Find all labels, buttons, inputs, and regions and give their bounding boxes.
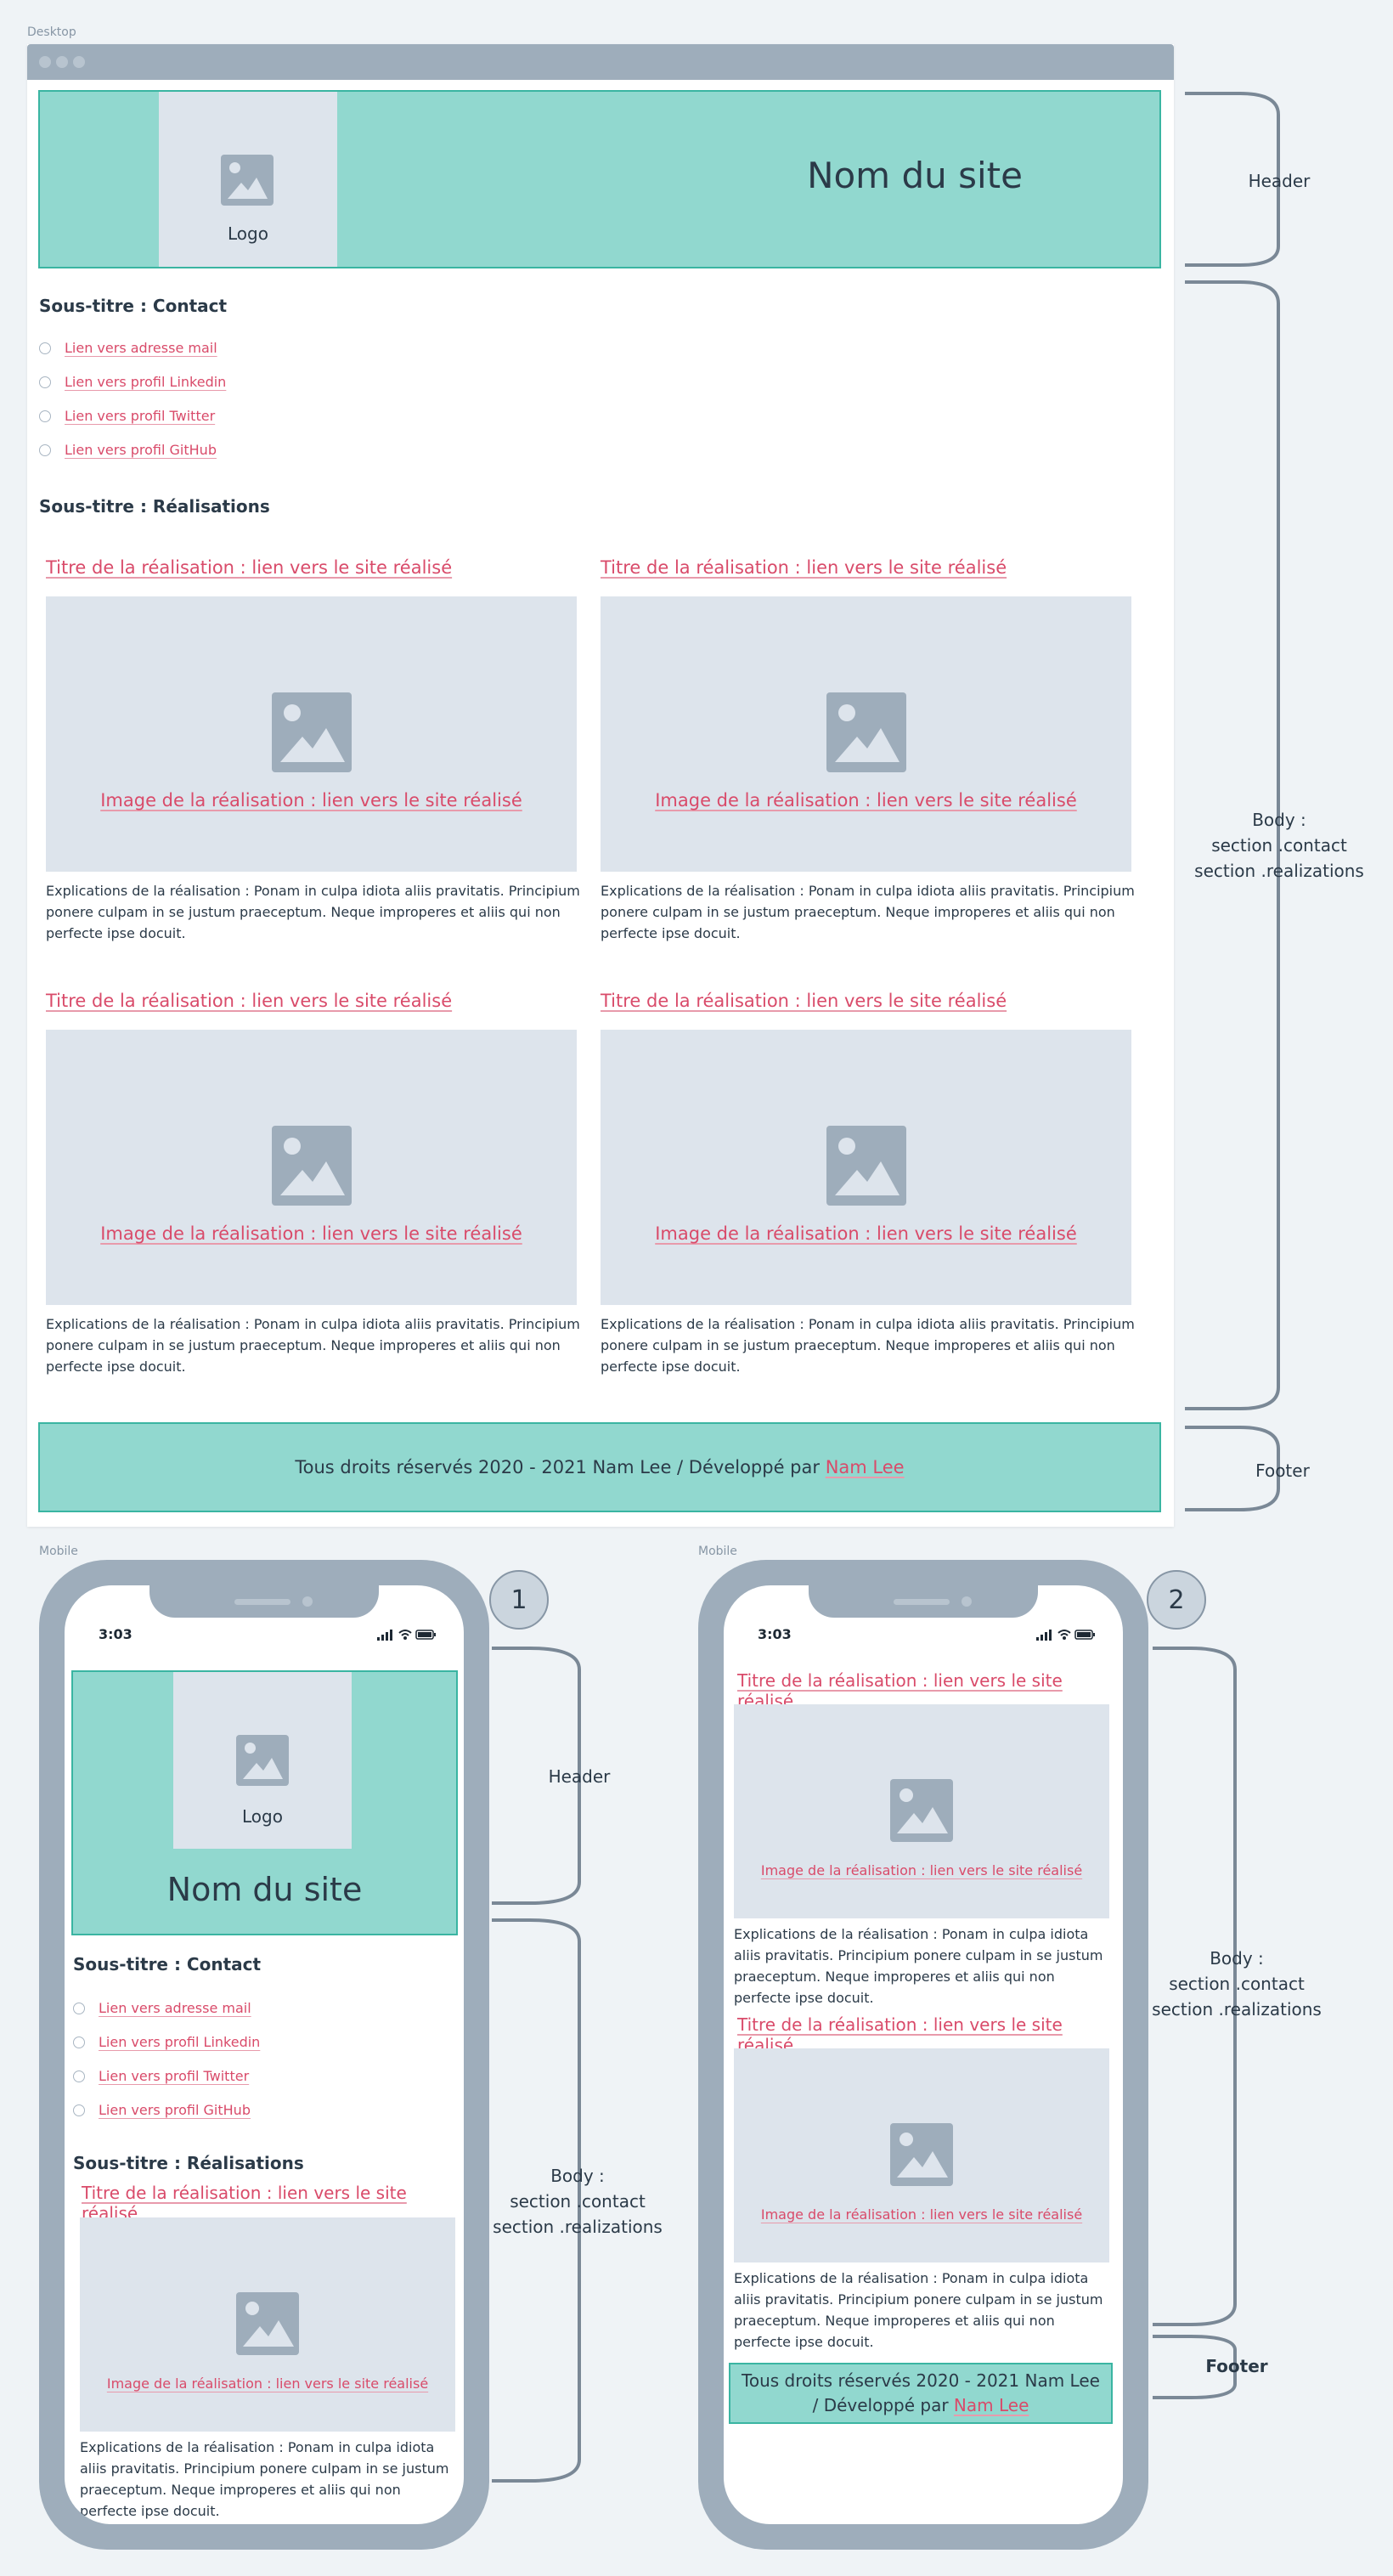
mobile-footer: Tous droits réservés 2020 - 2021 Nam Lee… [729,2363,1113,2424]
window-maximize-dot[interactable] [73,56,85,68]
realization-description: Explications de la réalisation : Ponam i… [46,883,580,941]
contact-subtitle: Sous-titre : Contact [73,1954,262,1974]
realizations-subtitle: Sous-titre : Réalisations [39,496,270,517]
realization-image-link[interactable]: Image de la réalisation : lien vers le s… [80,2217,455,2432]
mobile-label: Mobile [698,1545,737,1558]
image-icon [890,2123,953,2186]
contact-link-linkedin[interactable]: Lien vers profil Linkedin [73,2034,260,2050]
status-icons [377,1630,436,1641]
bullet [73,2070,85,2082]
realization-title-link[interactable]: Titre de la réalisation : lien vers le s… [46,557,452,578]
footer-text-line2: / Développé par [812,2395,949,2415]
image-icon [826,1126,906,1206]
bullet [39,443,51,456]
mobile-header: Logo Nom du site [71,1670,458,1935]
realization-description: Explications de la réalisation : Ponam i… [601,1316,1135,1375]
window-close-dot[interactable] [39,56,51,68]
mobile-phone-1: 3:03 Logo Nom du site Sous-titre : Conta… [39,1560,489,2550]
realization-image-link[interactable]: Image de la réalisation : lien vers le s… [601,596,1131,872]
realization-image-link[interactable]: Image de la réalisation : lien vers le s… [46,596,577,872]
logo-label: Logo [242,1806,283,1827]
contact-link-mail[interactable]: Lien vers adresse mail [73,2000,251,2016]
bullet [39,376,51,388]
window-minimize-dot[interactable] [56,56,68,68]
image-icon [221,155,274,206]
realization-title-link[interactable]: Titre de la réalisation : lien vers le s… [601,557,1007,578]
contact-link-twitter[interactable]: Lien vers profil Twitter [73,2068,249,2084]
footer-text-line1: Tous droits réservés 2020 - 2021 Nam Lee [742,2370,1100,2391]
footer-annotation: Footer [1205,2356,1268,2376]
bullet [73,2002,85,2014]
bullet [73,2104,85,2116]
phone-screen: 3:03 Titre de la réalisation : lien vers… [724,1585,1123,2524]
image-icon [826,692,906,772]
body-annotation: Body : section .contact section .realiza… [1194,810,1364,881]
mobile2-brackets [1153,1647,1237,2399]
realization-image-caption[interactable]: Image de la réalisation : lien vers le s… [80,2375,455,2392]
bullet [39,342,51,354]
realization-description: Explications de la réalisation : Ponam i… [734,1926,1103,2006]
realization-description: Explications de la réalisation : Ponam i… [734,2270,1103,2350]
header-annotation: Header [548,1766,611,1787]
header-annotation: Header [1248,171,1311,191]
image-icon [272,1126,352,1206]
status-icons [1036,1630,1095,1641]
realization-image-caption[interactable]: Image de la réalisation : lien vers le s… [734,1862,1109,1878]
realization-image-link[interactable]: Image de la réalisation : lien vers le s… [601,1030,1131,1305]
desktop-footer: Tous droits réservés 2020 - 2021 Nam Lee… [38,1422,1161,1512]
mobile-badge-1: 1 [489,1570,549,1630]
logo[interactable]: Logo [173,1672,352,1849]
image-icon [272,692,352,772]
realization-image-caption[interactable]: Image de la réalisation : lien vers le s… [734,2206,1109,2223]
bullet [39,410,51,422]
realization-description: Explications de la réalisation : Ponam i… [46,1316,580,1375]
realization-title-link[interactable]: Titre de la réalisation : lien vers le s… [46,991,452,1011]
body-annotation: Body : section .contact section .realiza… [493,2166,663,2237]
site-name: Nom du site [807,155,1023,196]
footer-annotation: Footer [1255,1460,1310,1481]
contact-link-twitter[interactable]: Lien vers profil Twitter [39,408,215,424]
desktop-label: Desktop [27,25,76,39]
realization-image-caption[interactable]: Image de la réalisation : lien vers le s… [46,1223,577,1244]
image-icon [890,1779,953,1842]
desktop-header: Logo Nom du site [38,90,1161,268]
phone-notch [809,1585,1038,1618]
site-name: Nom du site [166,1871,363,1908]
footer-author-link[interactable]: Nam Lee [954,2395,1029,2415]
bullet [73,2036,85,2048]
realization-image-caption[interactable]: Image de la réalisation : lien vers le s… [46,790,577,811]
desktop-window: Logo Nom du site Sous-titre : Contact Li… [27,44,1174,1527]
realization-title-link[interactable]: Titre de la réalisation : lien vers le s… [601,991,1007,1011]
image-icon [236,2292,299,2355]
mobile-phone-2: 3:03 Titre de la réalisation : lien vers… [698,1560,1148,2550]
footer-text: Tous droits réservés 2020 - 2021 Nam Lee… [295,1457,821,1477]
realization-description: Explications de la réalisation : Ponam i… [80,2439,449,2519]
mobile-badge-2: 2 [1147,1570,1206,1630]
status-time: 3:03 [758,1626,792,1642]
phone-screen: 3:03 Logo Nom du site Sous-titre : Conta… [65,1585,464,2524]
realization-image-caption[interactable]: Image de la réalisation : lien vers le s… [601,1223,1131,1244]
logo-label: Logo [228,223,268,244]
window-title-bar [27,44,1174,80]
footer-author-link[interactable]: Nam Lee [826,1457,905,1477]
body-annotation: Body : section .contact section .realiza… [1152,1948,1322,2020]
mobile-label: Mobile [39,1545,78,1558]
realization-description: Explications de la réalisation : Ponam i… [601,883,1135,941]
logo[interactable]: Logo [159,92,337,267]
image-icon [236,1735,289,1786]
contact-link-github[interactable]: Lien vers profil GitHub [73,2102,251,2118]
realizations-subtitle: Sous-titre : Réalisations [73,2153,304,2173]
realization-image-link[interactable]: Image de la réalisation : lien vers le s… [734,2048,1109,2262]
realization-image-link[interactable]: Image de la réalisation : lien vers le s… [734,1704,1109,1918]
realization-image-caption[interactable]: Image de la réalisation : lien vers le s… [601,790,1131,811]
status-time: 3:03 [99,1626,133,1642]
contact-link-mail[interactable]: Lien vers adresse mail [39,340,217,356]
realization-image-link[interactable]: Image de la réalisation : lien vers le s… [46,1030,577,1305]
contact-subtitle: Sous-titre : Contact [39,296,228,316]
contact-link-github[interactable]: Lien vers profil GitHub [39,442,217,458]
phone-notch [149,1585,379,1618]
contact-link-linkedin[interactable]: Lien vers profil Linkedin [39,374,226,390]
